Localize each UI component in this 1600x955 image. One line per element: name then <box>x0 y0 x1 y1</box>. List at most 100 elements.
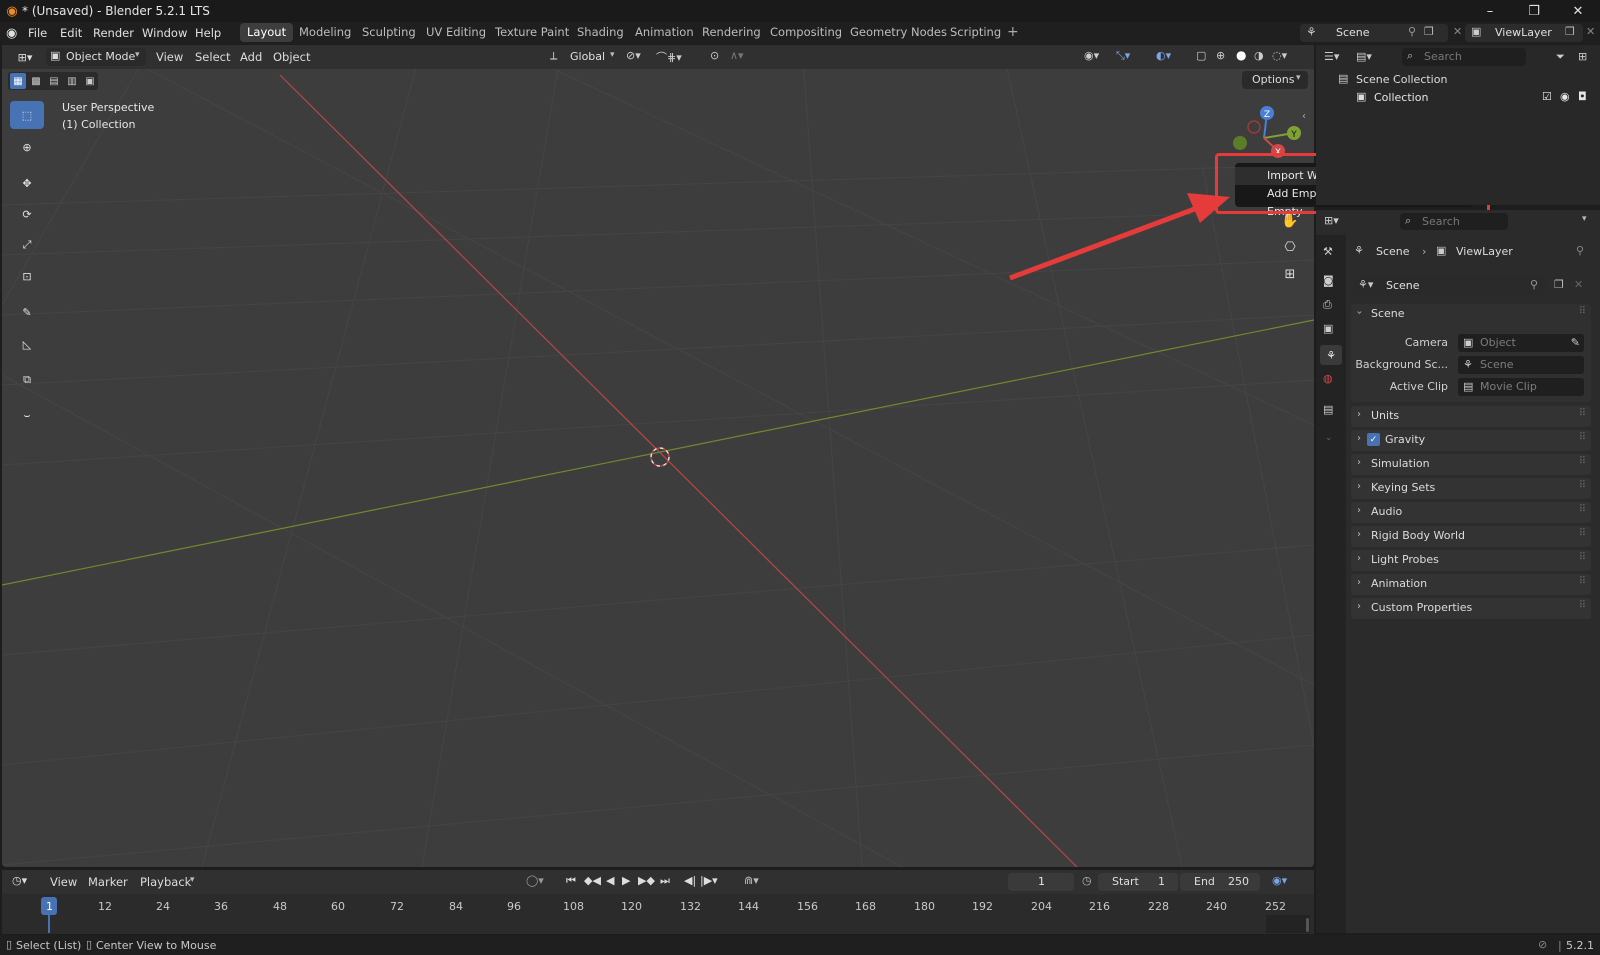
gizmo-toggle-icon[interactable]: ⤡▾ <box>1116 49 1130 63</box>
menu-edit[interactable]: Edit <box>60 26 82 40</box>
snap-icon[interactable]: ⌒⋕▾ <box>656 49 682 65</box>
tab-animation[interactable]: Animation <box>628 23 701 42</box>
falloff-icon[interactable]: ∧▾ <box>730 49 744 62</box>
add-workspace-icon[interactable]: + <box>1007 24 1019 40</box>
tab-compositing[interactable]: Compositing <box>763 23 849 42</box>
playback-sync-icon[interactable]: ◉▾ <box>1272 874 1287 887</box>
menu-help[interactable]: Help <box>195 26 221 40</box>
step-forward-icon[interactable]: |▶▾ <box>700 874 718 887</box>
delete-layer-icon[interactable]: ✕ <box>1586 25 1595 38</box>
mode-selector[interactable]: ▣ Object Mode ▾ <box>46 48 146 66</box>
snap-keyframe-icon[interactable]: ⋒▾ <box>744 874 759 887</box>
menu-view[interactable]: View <box>156 50 183 64</box>
drag-handle-icon[interactable]: ⠿ <box>1579 456 1586 467</box>
select-intersect-icon[interactable]: ▣ <box>82 73 98 89</box>
scene-datablock-selector[interactable]: ⚘▾ Scene ⚲ <box>1354 277 1546 295</box>
move-tool[interactable]: ✥ <box>10 169 44 197</box>
delete-scene-icon[interactable]: ✕ <box>1453 25 1462 38</box>
drag-handle-icon[interactable]: ⠿ <box>1579 576 1586 587</box>
3d-cursor[interactable] <box>650 447 670 467</box>
options-dropdown[interactable]: Options ▾ <box>1242 71 1308 89</box>
blender-menu-icon[interactable]: ◉ <box>6 26 17 41</box>
menu-file[interactable]: File <box>28 26 47 40</box>
drag-handle-icon[interactable]: ⠿ <box>1579 408 1586 419</box>
new-collection-icon[interactable]: ⊞ <box>1578 50 1587 63</box>
perspective-toggle-icon[interactable]: ⊞ <box>1280 264 1300 284</box>
menu-render[interactable]: Render <box>93 26 134 40</box>
scene-collection-label[interactable]: Scene Collection <box>1356 73 1447 86</box>
select-new-icon[interactable]: ▦ <box>10 73 26 89</box>
tab-texture-paint[interactable]: Texture Paint <box>488 23 576 42</box>
select-box-tool[interactable]: ⬚ <box>10 101 44 129</box>
play-icon[interactable]: ▶ <box>622 874 630 887</box>
jump-start-icon[interactable]: ⏮ <box>566 874 576 888</box>
visibility-icon[interactable]: ◉▾ <box>1084 49 1099 62</box>
pin-icon[interactable]: ⚲ <box>1408 25 1416 38</box>
timeline-menu-playback[interactable]: Playback <box>140 875 191 889</box>
overlay-toggle-icon[interactable]: ◐▾ <box>1156 49 1171 62</box>
menu-window[interactable]: Window <box>142 26 187 40</box>
tab-shading[interactable]: Shading <box>570 23 631 42</box>
menu-add[interactable]: Add <box>240 50 262 64</box>
scale-tool[interactable]: ⤢ <box>10 231 44 259</box>
drag-handle-icon[interactable]: ⠿ <box>1579 480 1586 491</box>
custom-properties-panel[interactable]: › Custom Properties ⠿ <box>1351 598 1591 619</box>
duplicate-datablock-icon[interactable]: ❐ <box>1554 278 1564 291</box>
proportional-edit-icon[interactable]: ⊙ <box>710 49 719 62</box>
tab-uv-editing[interactable]: UV Editing <box>419 23 493 42</box>
menu-select[interactable]: Select <box>195 50 230 64</box>
extra-tool[interactable]: ⌣ <box>10 402 44 430</box>
play-reverse-icon[interactable]: ◀ <box>606 874 614 887</box>
jump-keyframe-forward-icon[interactable]: ▶◆ <box>638 874 655 887</box>
transform-tool[interactable]: ⊡ <box>10 262 44 290</box>
scene-tab-icon[interactable]: ⚘ <box>1320 345 1342 365</box>
solid-shading-icon[interactable]: ● <box>1236 48 1246 62</box>
3d-viewport[interactable]: Z Y X User Perspective (1) Collection Op… <box>2 45 1314 867</box>
tool-tab-icon[interactable]: ⚒ <box>1323 245 1333 258</box>
chevron-down-icon[interactable]: ▾ <box>1582 214 1587 224</box>
simulation-panel[interactable]: › Simulation ⠿ <box>1351 454 1591 475</box>
timeline-scrollbar[interactable] <box>1306 918 1309 932</box>
eyedropper-icon[interactable]: ✎ <box>1571 334 1580 352</box>
jump-keyframe-back-icon[interactable]: ◆◀ <box>584 874 601 887</box>
tab-modeling[interactable]: Modeling <box>292 23 358 42</box>
clock-icon[interactable]: ◷ <box>1082 874 1092 887</box>
auto-keying-icon[interactable]: ◯▾ <box>526 874 544 887</box>
scene-selector[interactable]: ⚘ Scene ⚲ ❐ <box>1300 24 1448 42</box>
select-extend-icon[interactable]: ▩ <box>28 73 44 89</box>
annotate-tool[interactable]: ✎ <box>10 298 44 326</box>
duplicate-layer-icon[interactable]: ❐ <box>1565 25 1575 38</box>
animation-panel[interactable]: › Animation ⠿ <box>1351 574 1591 595</box>
tab-sculpting[interactable]: Sculpting <box>355 23 423 42</box>
display-mode-icon[interactable]: ▤▾ <box>1356 50 1372 63</box>
exclude-checkbox-icon[interactable]: ☑ <box>1542 90 1552 103</box>
editor-type-icon[interactable]: ⊞▾ <box>12 48 38 66</box>
fake-user-icon[interactable]: ⚲ <box>1530 278 1538 291</box>
drag-handle-icon[interactable]: ⠿ <box>1579 528 1586 539</box>
keying-sets-panel[interactable]: › Keying Sets ⠿ <box>1351 478 1591 499</box>
world-tab-icon[interactable]: ◍ <box>1323 372 1333 385</box>
drag-handle-icon[interactable]: ⠿ <box>1579 552 1586 563</box>
camera-view-icon[interactable]: ⎔ <box>1280 237 1300 257</box>
maximize-button[interactable]: ❐ <box>1512 0 1556 22</box>
drag-handle-icon[interactable]: ⠿ <box>1579 432 1586 443</box>
output-tab-icon[interactable]: ⎙ <box>1323 298 1332 312</box>
select-invert-icon[interactable]: ▥ <box>64 73 80 89</box>
menu-object[interactable]: Object <box>273 50 310 64</box>
background-scene-field[interactable]: ⚘ Scene <box>1458 356 1584 374</box>
tab-scripting[interactable]: Scripting <box>943 23 1008 42</box>
audio-panel[interactable]: › Audio ⠿ <box>1351 502 1591 523</box>
timeline-menu-marker[interactable]: Marker <box>88 875 128 889</box>
close-button[interactable]: ✕ <box>1556 0 1600 22</box>
render-camera-icon[interactable]: ◘ <box>1578 90 1587 103</box>
end-frame-field[interactable]: End 250 <box>1180 873 1260 891</box>
drag-handle-icon[interactable]: ⠿ <box>1579 306 1586 317</box>
unlink-datablock-icon[interactable]: ✕ <box>1574 278 1583 291</box>
select-subtract-icon[interactable]: ▤ <box>46 73 62 89</box>
pin-icon[interactable]: ⚲ <box>1576 244 1584 257</box>
rendered-shading-icon[interactable]: ◌▾ <box>1272 49 1287 62</box>
drag-handle-icon[interactable]: ⠿ <box>1579 600 1586 611</box>
xray-icon[interactable]: ▢ <box>1196 49 1206 62</box>
units-panel[interactable]: › Units ⠿ <box>1351 406 1591 427</box>
properties-search[interactable]: ⌕ Search <box>1400 213 1508 230</box>
